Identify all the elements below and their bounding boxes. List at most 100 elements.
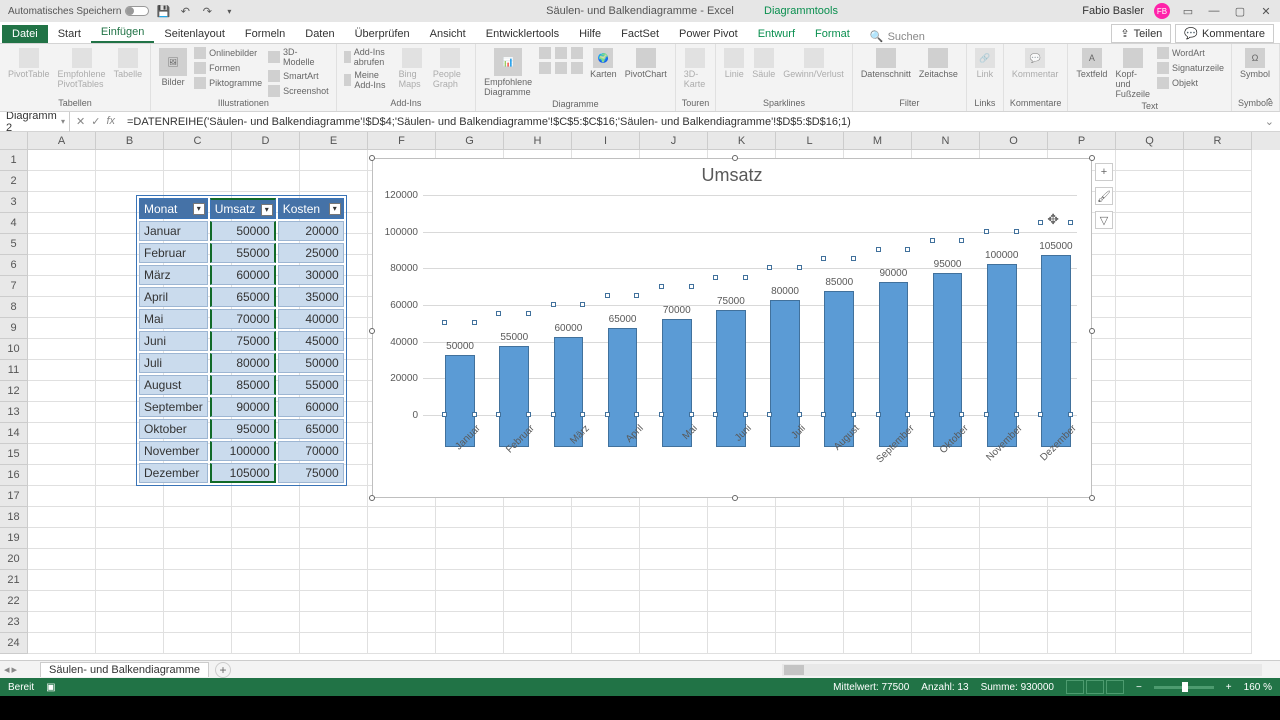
- row-header[interactable]: 8: [0, 297, 28, 318]
- chart-bar[interactable]: [879, 282, 909, 447]
- online-pictures-button[interactable]: Onlinebilder: [193, 46, 263, 60]
- chart-styles-button[interactable]: 🖌: [1095, 187, 1113, 205]
- ribbon-display-icon[interactable]: ▭: [1180, 3, 1196, 19]
- horizontal-scrollbar[interactable]: [782, 664, 1262, 676]
- row-header[interactable]: 15: [0, 444, 28, 465]
- wordart-button[interactable]: WordArt: [1156, 46, 1225, 60]
- row-header[interactable]: 17: [0, 486, 28, 507]
- line-chart-icon[interactable]: [554, 46, 568, 60]
- column-header[interactable]: P: [1048, 132, 1116, 150]
- combo-chart-icon[interactable]: [570, 61, 584, 75]
- maximize-icon[interactable]: ▢: [1232, 3, 1248, 19]
- header-monat[interactable]: Monat▾: [139, 198, 208, 219]
- column-header[interactable]: K: [708, 132, 776, 150]
- table-row[interactable]: Januar5000020000: [139, 221, 344, 241]
- row-header[interactable]: 18: [0, 507, 28, 528]
- autosave-toggle[interactable]: Automatisches Speichern: [8, 6, 149, 17]
- table-row[interactable]: September9000060000: [139, 397, 344, 417]
- column-header[interactable]: Q: [1116, 132, 1184, 150]
- row-header[interactable]: 1: [0, 150, 28, 171]
- table-row[interactable]: Juni7500045000: [139, 331, 344, 351]
- row-header[interactable]: 4: [0, 213, 28, 234]
- header-kosten[interactable]: Kosten▾: [278, 198, 344, 219]
- column-header[interactable]: G: [436, 132, 504, 150]
- zoom-level[interactable]: 160 %: [1244, 682, 1272, 693]
- timeline-button[interactable]: Zeitachse: [917, 46, 960, 81]
- sheet-tab[interactable]: Säulen- und Balkendiagramme: [40, 662, 209, 677]
- enter-formula-icon[interactable]: ✓: [91, 115, 100, 128]
- column-header[interactable]: A: [28, 132, 96, 150]
- column-header[interactable]: B: [96, 132, 164, 150]
- share-button[interactable]: ⇪Teilen: [1111, 24, 1171, 43]
- record-macro-icon[interactable]: ▣: [46, 682, 55, 693]
- search-input[interactable]: Suchen: [888, 31, 925, 43]
- row-header[interactable]: 14: [0, 423, 28, 444]
- tab-ansicht[interactable]: Ansicht: [420, 25, 476, 43]
- qat-customize-icon[interactable]: ▾: [221, 3, 237, 19]
- tab-start[interactable]: Start: [48, 25, 91, 43]
- tab-einfuegen[interactable]: Einfügen: [91, 23, 154, 43]
- row-header[interactable]: 23: [0, 612, 28, 633]
- row-header[interactable]: 12: [0, 381, 28, 402]
- row-header[interactable]: 20: [0, 549, 28, 570]
- column-header[interactable]: N: [912, 132, 980, 150]
- pie-chart-icon[interactable]: [570, 46, 584, 60]
- chart-bar[interactable]: [987, 264, 1017, 447]
- data-table[interactable]: Monat▾ Umsatz▾ Kosten▾ Januar5000020000F…: [136, 195, 347, 486]
- column-header[interactable]: M: [844, 132, 912, 150]
- column-header[interactable]: O: [980, 132, 1048, 150]
- undo-icon[interactable]: ↶: [177, 3, 193, 19]
- row-header[interactable]: 7: [0, 276, 28, 297]
- sheet-nav-next-icon[interactable]: ▸: [12, 663, 18, 676]
- row-header[interactable]: 6: [0, 255, 28, 276]
- column-header[interactable]: E: [300, 132, 368, 150]
- search-icon[interactable]: 🔍: [870, 30, 884, 43]
- tab-daten[interactable]: Daten: [295, 25, 344, 43]
- table-row[interactable]: März6000030000: [139, 265, 344, 285]
- column-header[interactable]: R: [1184, 132, 1252, 150]
- chart-filter-button[interactable]: ▽: [1095, 211, 1113, 229]
- textbox-button[interactable]: ATextfeld: [1074, 46, 1109, 81]
- pivotchart-button[interactable]: PivotChart: [623, 46, 669, 81]
- row-header[interactable]: 21: [0, 570, 28, 591]
- column-header[interactable]: H: [504, 132, 572, 150]
- name-box[interactable]: Diagramm 2▾: [0, 110, 70, 134]
- table-row[interactable]: Oktober9500065000: [139, 419, 344, 439]
- column-header[interactable]: I: [572, 132, 640, 150]
- table-row[interactable]: April6500035000: [139, 287, 344, 307]
- row-header[interactable]: 9: [0, 318, 28, 339]
- tab-hilfe[interactable]: Hilfe: [569, 25, 611, 43]
- save-icon[interactable]: 💾: [155, 3, 171, 19]
- filter-dropdown-icon[interactable]: ▾: [261, 204, 273, 216]
- filter-dropdown-icon[interactable]: ▾: [329, 203, 341, 215]
- tab-entwurf[interactable]: Entwurf: [748, 25, 805, 43]
- chart-bar[interactable]: [933, 273, 963, 447]
- table-row[interactable]: Februar5500025000: [139, 243, 344, 263]
- recommended-charts-button[interactable]: 📊Empfohlene Diagramme: [482, 46, 534, 99]
- expand-formula-icon[interactable]: ⌄: [1259, 115, 1280, 128]
- tab-ueberpruefen[interactable]: Überprüfen: [345, 25, 420, 43]
- column-header[interactable]: C: [164, 132, 232, 150]
- column-header[interactable]: J: [640, 132, 708, 150]
- chart-bar[interactable]: [770, 300, 800, 447]
- cancel-formula-icon[interactable]: ✕: [76, 115, 85, 128]
- page-break-view-icon[interactable]: [1106, 680, 1124, 694]
- chart-title[interactable]: Umsatz: [373, 159, 1091, 186]
- zoom-out-icon[interactable]: −: [1136, 682, 1142, 693]
- smartart-button[interactable]: SmartArt: [267, 69, 330, 83]
- row-header[interactable]: 19: [0, 528, 28, 549]
- symbol-button[interactable]: ΩSymbol: [1238, 46, 1272, 81]
- screenshot-button[interactable]: Screenshot: [267, 84, 330, 98]
- column-header[interactable]: L: [776, 132, 844, 150]
- fx-icon[interactable]: fx: [106, 115, 115, 128]
- tab-formeln[interactable]: Formeln: [235, 25, 295, 43]
- tab-datei[interactable]: Datei: [2, 25, 48, 43]
- redo-icon[interactable]: ↷: [199, 3, 215, 19]
- select-all-corner[interactable]: [0, 132, 28, 150]
- header-footer-button[interactable]: Kopf- und Fußzeile: [1113, 46, 1152, 101]
- area-chart-icon[interactable]: [538, 61, 552, 75]
- row-header[interactable]: 10: [0, 339, 28, 360]
- normal-view-icon[interactable]: [1066, 680, 1084, 694]
- row-header[interactable]: 13: [0, 402, 28, 423]
- chart-bar[interactable]: [1041, 255, 1071, 448]
